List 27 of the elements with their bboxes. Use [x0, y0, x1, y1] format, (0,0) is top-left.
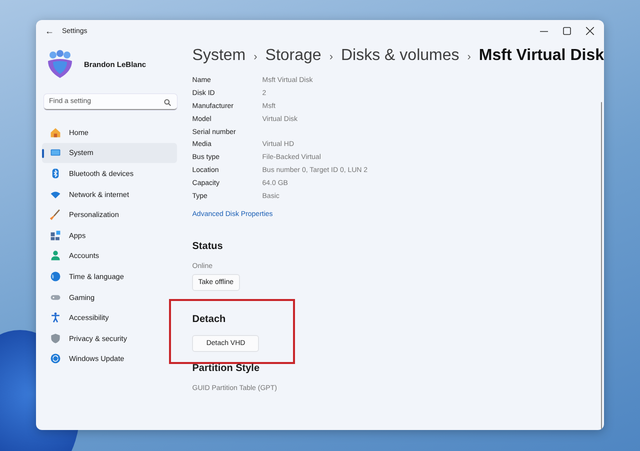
- search-icon: [164, 98, 172, 106]
- close-icon[interactable]: [586, 27, 594, 35]
- apps-icon: [50, 230, 61, 241]
- monitor-icon: [50, 147, 61, 158]
- people-group-icon: [47, 49, 73, 79]
- sync-icon: [50, 353, 61, 364]
- scrollbar[interactable]: [600, 102, 602, 430]
- selection-indicator: [42, 148, 44, 158]
- breadcrumb-item: Msft Virtual Disk: [478, 47, 604, 65]
- house-icon: [50, 126, 61, 138]
- shield-icon: [50, 332, 61, 344]
- person-icon: [50, 250, 61, 262]
- breadcrumb-item[interactable]: Storage: [265, 47, 322, 65]
- bluetooth-icon: [50, 168, 61, 179]
- section-heading: Detach: [192, 314, 227, 325]
- breadcrumb-separator: ›: [329, 51, 333, 63]
- breadcrumb-separator: ›: [467, 51, 471, 63]
- back-button[interactable]: ←: [45, 26, 54, 36]
- accessibility-icon: [50, 312, 61, 324]
- maximize-icon[interactable]: [563, 27, 571, 35]
- section-heading: Status: [192, 240, 224, 252]
- globe-icon: [50, 270, 61, 282]
- brush-icon: [50, 209, 61, 220]
- section-heading: Partition Style: [192, 362, 261, 374]
- breadcrumb-separator: ›: [254, 51, 258, 63]
- breadcrumb-item[interactable]: Disks & volumes: [341, 47, 460, 65]
- breadcrumb-item[interactable]: System: [192, 47, 246, 65]
